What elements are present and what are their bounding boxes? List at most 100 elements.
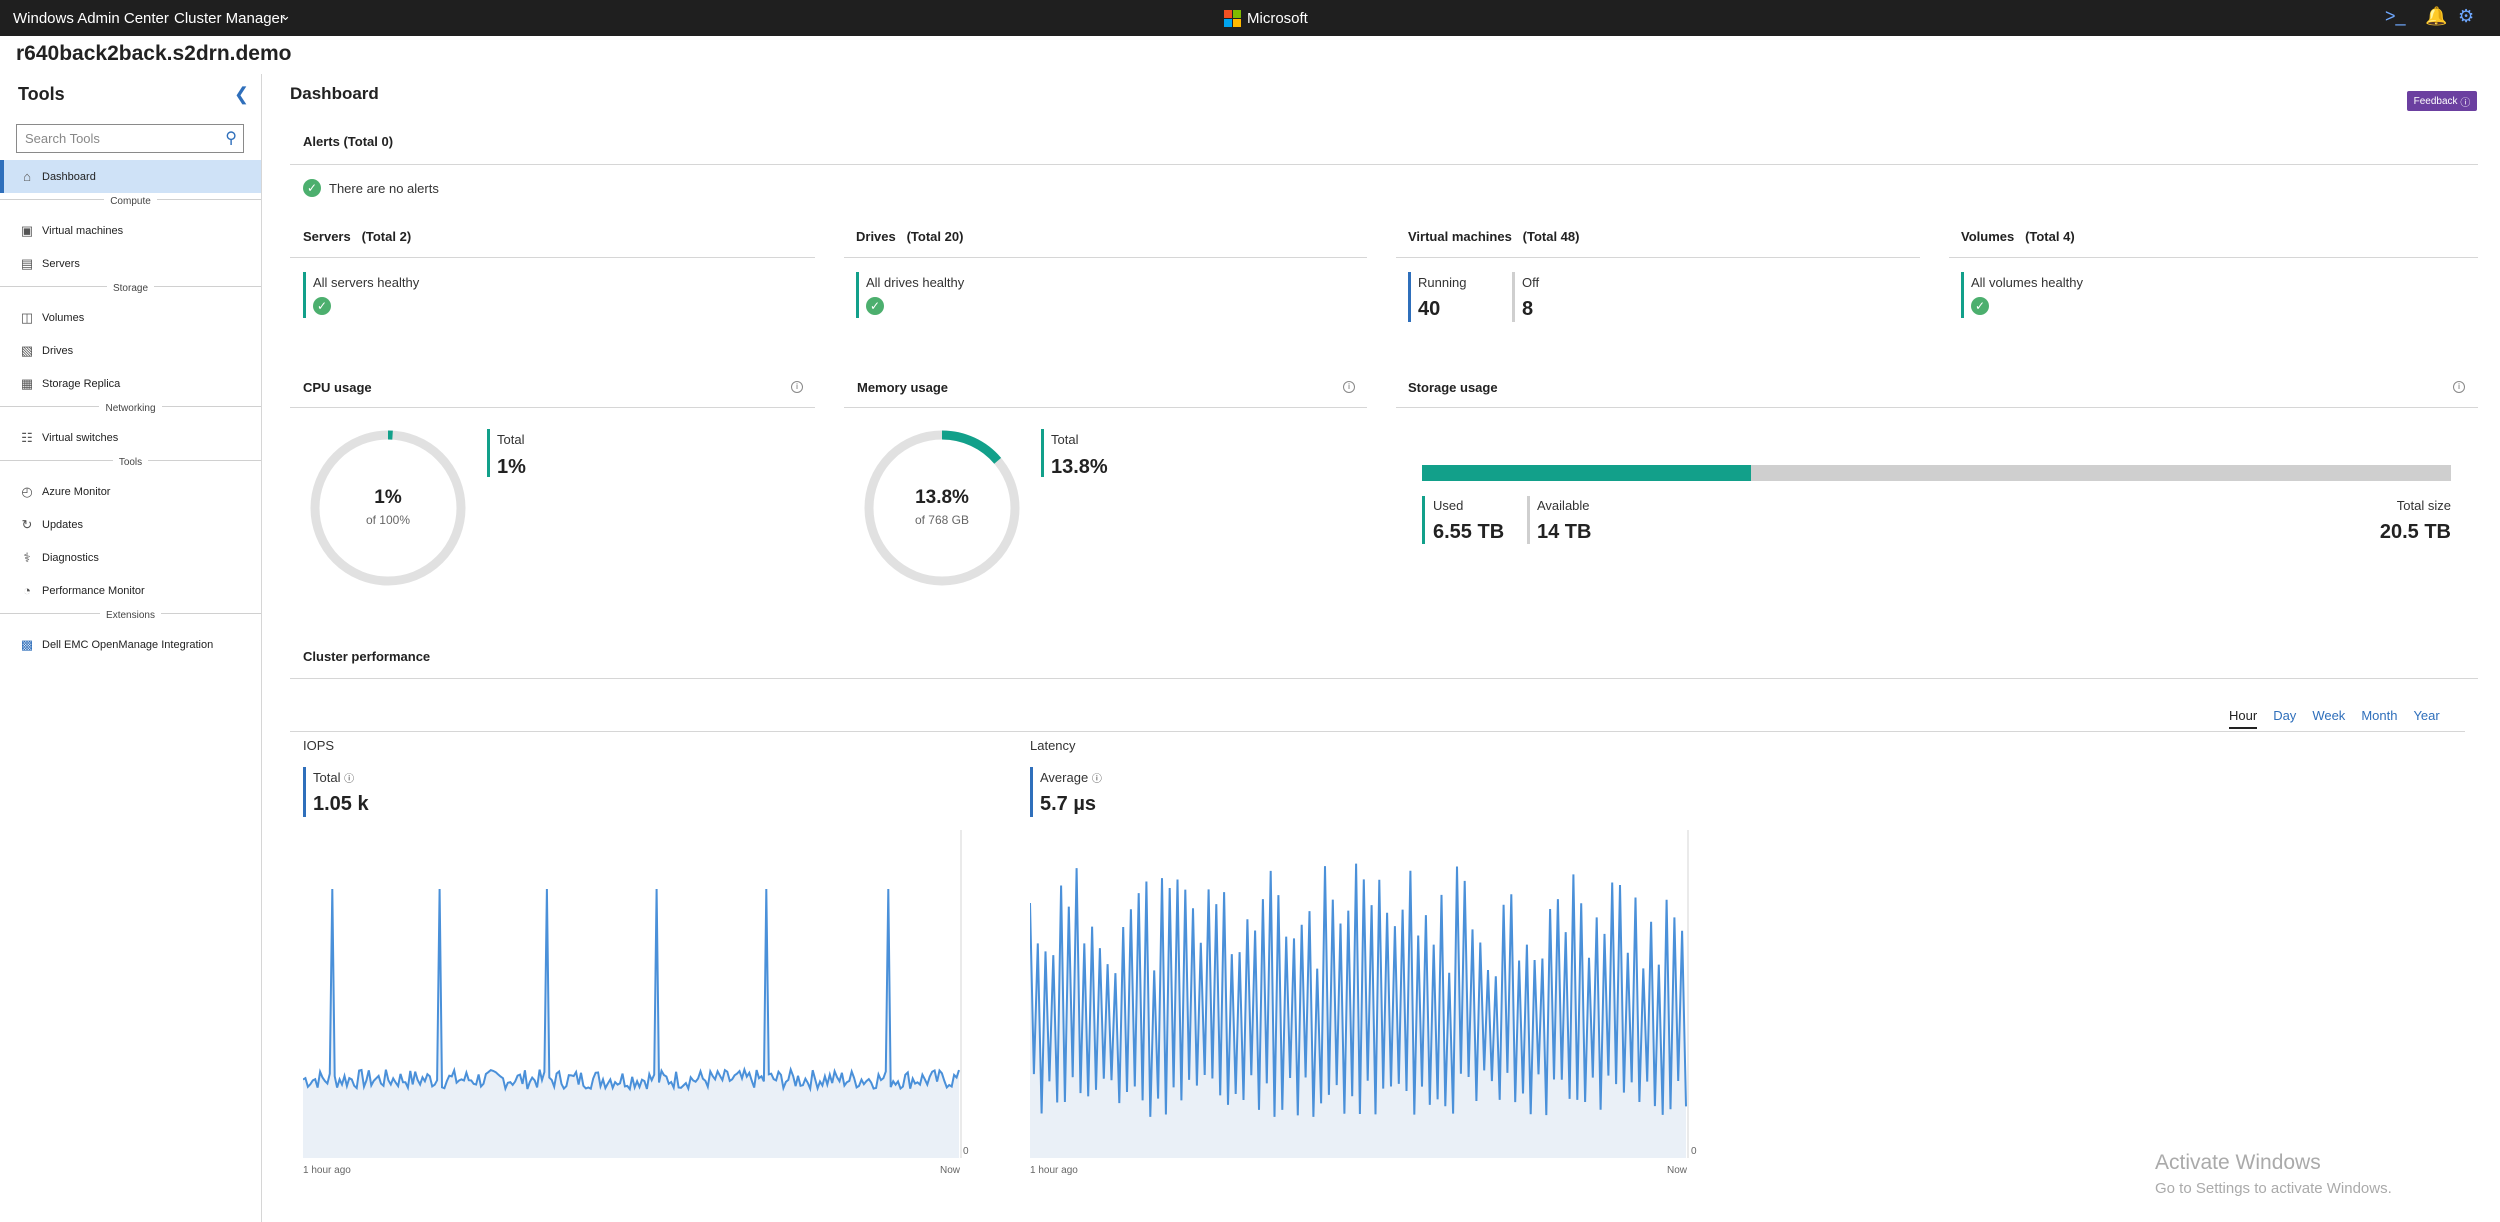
iops-chart xyxy=(303,830,962,1158)
sidebar-item-virtual-switches[interactable]: ☷ Virtual switches xyxy=(0,421,261,454)
info-icon[interactable]: ⓘ xyxy=(344,774,354,785)
servers-card-title[interactable]: Servers (Total 2) xyxy=(303,229,411,244)
settings-icon[interactable]: ⚙ xyxy=(2458,6,2474,27)
latency-value: 5.7 µs xyxy=(1040,793,1097,815)
diagnostics-icon: ⚕ xyxy=(23,549,31,565)
sidebar-item-label: Virtual switches xyxy=(42,431,119,444)
check-icon: ✓ xyxy=(313,297,331,315)
storage-title: Storage usage xyxy=(1408,380,1498,395)
drives-status: All drives healthy xyxy=(866,275,965,290)
storage-available-value: 14 TB xyxy=(1537,521,1592,543)
powershell-icon[interactable]: >_ xyxy=(2385,6,2406,27)
memory-donut-center: 13.8% of 768 GB xyxy=(862,487,1022,527)
feedback-label: Feedback xyxy=(2413,95,2458,107)
latency-x-end: Now xyxy=(1667,1165,1688,1176)
cpu-value: 1% xyxy=(374,487,402,508)
brand-name: Microsoft xyxy=(1247,9,1308,27)
memory-total-label: Total xyxy=(1051,432,1079,447)
servers-title: Servers xyxy=(303,229,351,244)
tab-hour[interactable]: Hour xyxy=(2229,708,2258,729)
section-label: Networking xyxy=(99,403,162,414)
section-label: Storage xyxy=(106,283,155,294)
sidebar-item-performance-monitor[interactable]: ◔ Performance Monitor xyxy=(0,574,261,607)
cpu-total-label: Total xyxy=(497,432,525,447)
vms-off-label: Off xyxy=(1522,275,1540,290)
vms-running-value: 40 xyxy=(1418,298,1441,320)
search-tools-input[interactable]: Search Tools ⚲ xyxy=(16,124,244,153)
check-icon: ✓ xyxy=(303,179,321,197)
storage-used-value: 6.55 TB xyxy=(1433,521,1505,543)
latency-title: Latency xyxy=(1030,738,1076,753)
server-icon: ▤ xyxy=(20,255,34,271)
tab-year[interactable]: Year xyxy=(2413,708,2439,729)
app-title[interactable]: Windows Admin Center xyxy=(13,10,169,27)
info-icon[interactable]: i xyxy=(2453,381,2465,393)
divider xyxy=(290,257,815,258)
section-compute: Compute xyxy=(0,196,261,214)
latency-metric-label: Average xyxy=(1040,770,1089,785)
tab-month[interactable]: Month xyxy=(2361,708,2397,729)
status-bar xyxy=(1961,272,1964,318)
latency-chart xyxy=(1030,830,1689,1158)
switch-icon: ☷ xyxy=(21,429,33,445)
info-icon[interactable]: i xyxy=(791,381,803,393)
collapse-icon[interactable]: ❮ xyxy=(234,84,249,105)
sidebar-item-label: Dell EMC OpenManage Integration xyxy=(42,638,214,651)
notifications-icon[interactable]: 🔔 xyxy=(2425,6,2447,27)
activate-windows-title: Activate Windows xyxy=(2155,1151,2321,1174)
search-placeholder: Search Tools xyxy=(25,131,100,146)
microsoft-brand: Microsoft xyxy=(1224,9,1308,27)
azure-monitor-icon: ◴ xyxy=(21,483,33,499)
tab-day[interactable]: Day xyxy=(2273,708,2296,729)
divider xyxy=(1396,257,1920,258)
info-icon[interactable]: i xyxy=(1343,381,1355,393)
volumes-card-title[interactable]: Volumes (Total 4) xyxy=(1961,229,2075,244)
drives-total: (Total 20) xyxy=(906,229,964,244)
iops-value: 1.05 k xyxy=(313,793,369,815)
memory-value: 13.8% xyxy=(915,487,969,508)
status-bar xyxy=(303,272,306,318)
vms-running-label: Running xyxy=(1418,275,1467,290)
updates-icon: ↻ xyxy=(21,516,33,532)
tab-week[interactable]: Week xyxy=(2312,708,2345,729)
vms-total: (Total 48) xyxy=(1522,229,1580,244)
info-icon[interactable]: ⓘ xyxy=(1092,774,1102,785)
sidebar-item-dashboard[interactable]: ⌂ Dashboard xyxy=(0,160,261,193)
sidebar-item-drives[interactable]: ▧ Drives xyxy=(0,334,261,367)
check-icon: ✓ xyxy=(866,297,884,315)
drives-card-title[interactable]: Drives (Total 20) xyxy=(856,229,963,244)
sidebar-item-azure-monitor[interactable]: ◴ Azure Monitor xyxy=(0,475,261,508)
section-label: Tools xyxy=(112,457,149,468)
volumes-total: (Total 4) xyxy=(2025,229,2075,244)
sidebar-item-diagnostics[interactable]: ⚕ Diagnostics xyxy=(0,541,261,574)
sidebar-item-servers[interactable]: ▤ Servers xyxy=(0,247,261,280)
divider xyxy=(290,164,2478,165)
sidebar-item-virtual-machines[interactable]: ▣ Virtual machines xyxy=(0,214,261,247)
microsoft-logo-icon xyxy=(1224,9,1241,27)
divider xyxy=(290,731,2465,732)
sidebar-item-label: Servers xyxy=(42,257,80,270)
memory-sub: of 768 GB xyxy=(914,513,970,527)
chevron-down-icon[interactable]: ⌄ xyxy=(280,8,291,24)
latency-bar xyxy=(1030,767,1033,817)
divider xyxy=(844,407,1367,408)
sidebar-item-updates[interactable]: ↻ Updates xyxy=(0,508,261,541)
total-bar xyxy=(487,429,490,477)
sidebar-item-label: Performance Monitor xyxy=(42,584,145,597)
manager-selector[interactable]: Cluster Manager xyxy=(174,10,285,27)
feedback-button[interactable]: Feedback ⓘ xyxy=(2407,91,2477,111)
sidebar-item-dell-emc[interactable]: ▩ Dell EMC OpenManage Integration xyxy=(0,628,261,661)
storage-bar xyxy=(1422,465,2451,481)
performance-title: Cluster performance xyxy=(303,649,431,664)
sidebar-item-volumes[interactable]: ◫ Volumes xyxy=(0,301,261,334)
sidebar-item-storage-replica[interactable]: ▦ Storage Replica xyxy=(0,367,261,400)
sidebar-item-label: Diagnostics xyxy=(42,551,99,564)
perfmon-icon: ◔ xyxy=(23,583,31,598)
total-bar xyxy=(1041,429,1044,477)
divider xyxy=(1396,407,2478,408)
sidebar-item-label: Updates xyxy=(42,518,83,531)
vms-card-title[interactable]: Virtual machines (Total 48) xyxy=(1408,229,1579,244)
cpu-donut-center: 1% of 100% xyxy=(308,487,468,527)
replica-icon: ▦ xyxy=(20,375,34,391)
vms-off-value: 8 xyxy=(1522,298,1534,320)
